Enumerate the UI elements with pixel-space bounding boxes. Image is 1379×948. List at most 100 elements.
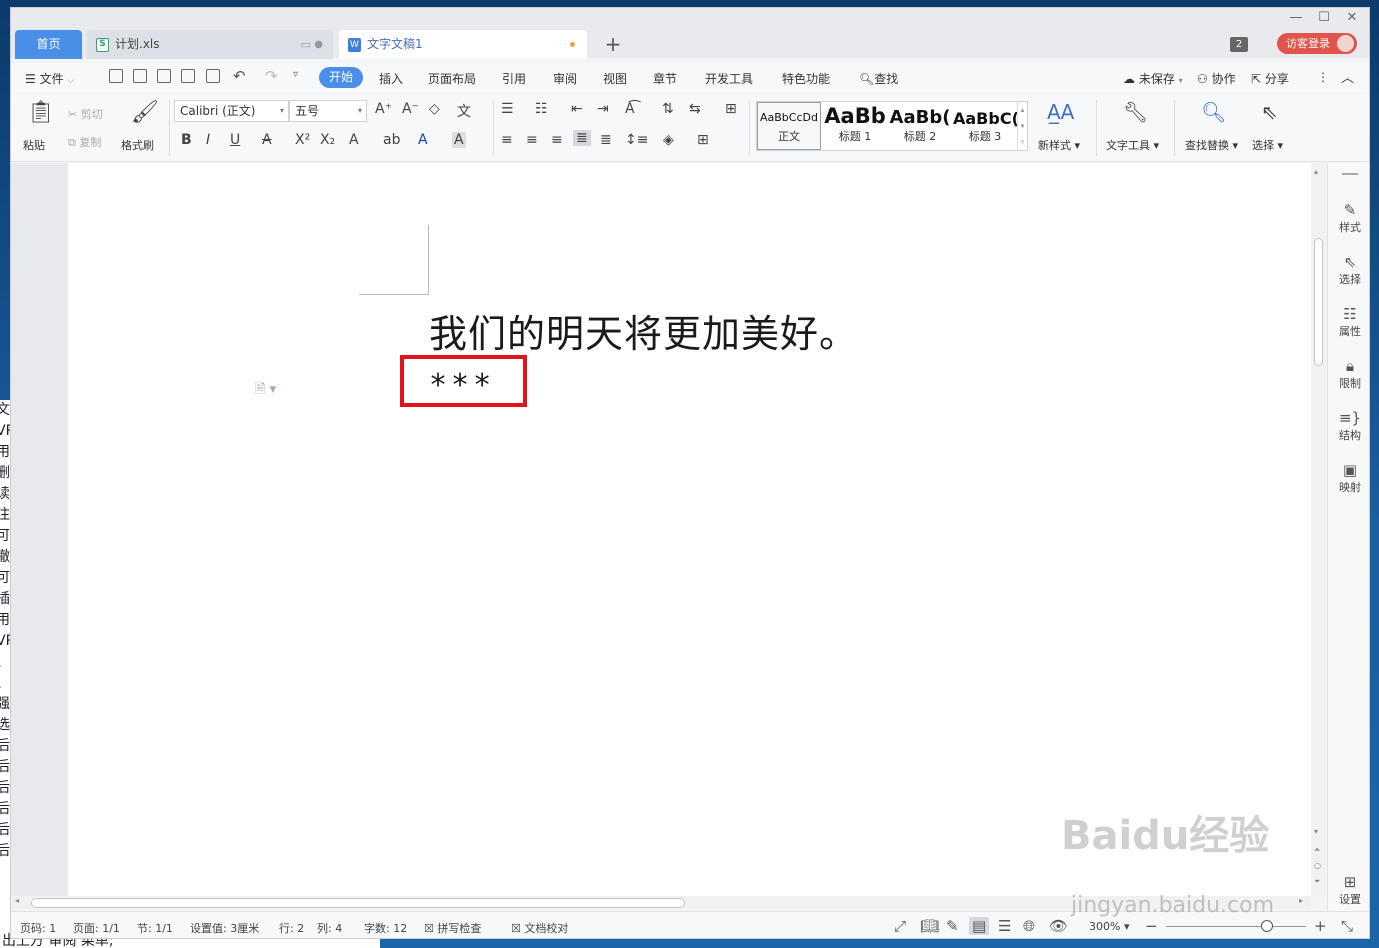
find-replace-button[interactable]: 查找替换 ▾ bbox=[1185, 137, 1238, 153]
highlight-icon[interactable]: ab bbox=[383, 132, 400, 148]
prev-page-icon[interactable]: ⏶ bbox=[1314, 845, 1320, 855]
new-style-button[interactable]: 新样式 ▾ bbox=[1038, 137, 1080, 153]
fullscreen-icon[interactable]: ⤢ bbox=[894, 917, 906, 935]
document-text-line[interactable]: 我们的明天将更加美好。 bbox=[429, 303, 858, 358]
tab-doc-file[interactable]: W 文字文稿1 bbox=[339, 30, 587, 59]
tab-devtools[interactable]: 开发工具 bbox=[705, 70, 753, 87]
tab-xls-file[interactable]: S 计划.xls ▭ ● bbox=[87, 30, 333, 59]
file-menu[interactable]: ☰ 文件 ⌵ bbox=[25, 70, 74, 87]
justify-icon[interactable]: ≣ bbox=[573, 130, 591, 146]
monitor-icon[interactable]: ▭ bbox=[301, 30, 311, 59]
increase-indent-icon[interactable]: ⇥ bbox=[597, 101, 609, 117]
status-wordcount[interactable]: 字数: 12 bbox=[364, 920, 407, 936]
share-button[interactable]: ⇱ 分享 bbox=[1251, 70, 1289, 87]
format-painter-icon[interactable]: 🖌︎ bbox=[131, 100, 159, 125]
numbered-list-icon[interactable]: ☷ bbox=[535, 101, 548, 117]
web-view-icon[interactable]: 🌐︎ bbox=[1023, 917, 1035, 935]
sidebar-item-settings[interactable]: ⊞ 设置 bbox=[1328, 873, 1369, 907]
status-pages[interactable]: 页面: 1/1 bbox=[73, 920, 120, 936]
decrease-indent-icon[interactable]: ⇤ bbox=[571, 101, 583, 117]
sidebar-item-property[interactable]: ☷ 属性 bbox=[1328, 305, 1369, 339]
sidebar-item-style[interactable]: ✎ 样式 bbox=[1328, 201, 1369, 235]
font-name-select[interactable]: Calibri (正文) ▾ bbox=[174, 100, 289, 122]
scroll-left-icon[interactable]: ◂ bbox=[15, 896, 19, 905]
text-tools-button[interactable]: 文字工具 ▾ bbox=[1106, 137, 1159, 153]
tab-insert[interactable]: 插入 bbox=[379, 70, 403, 87]
close-icon[interactable]: ✕ bbox=[1342, 10, 1362, 25]
vertical-scrollbar[interactable]: ▴ ▾ ⏶ ○ ⏷ bbox=[1311, 163, 1326, 896]
table-border-icon[interactable]: ⊞ bbox=[725, 101, 737, 117]
bold-icon[interactable]: B bbox=[181, 132, 192, 148]
search-button[interactable]: 🔍︎查找 bbox=[859, 70, 898, 87]
status-row[interactable]: 行: 2 bbox=[279, 920, 304, 936]
minimize-icon[interactable]: — bbox=[1286, 10, 1306, 25]
window-count-badge[interactable]: 2 bbox=[1230, 37, 1248, 52]
zoom-slider-knob[interactable] bbox=[1261, 920, 1273, 932]
scroll-up-icon[interactable]: ▴ bbox=[1314, 167, 1318, 176]
sidebar-item-select[interactable]: ⇖ 选择 bbox=[1328, 253, 1369, 287]
style-scroll-icon[interactable]: ▴ ▾ ▿ bbox=[1017, 102, 1027, 150]
text-effect-icon[interactable]: A bbox=[349, 132, 359, 148]
zoom-in-icon[interactable]: + bbox=[1314, 917, 1327, 935]
shrink-font-icon[interactable]: A⁻ bbox=[402, 101, 419, 117]
paragraph-menu-icon[interactable]: 🗎︎ ▾ bbox=[255, 380, 276, 402]
style-normal[interactable]: AaBbCcDd 正文 bbox=[757, 102, 821, 150]
copy-button[interactable]: ⧉ 复制 bbox=[68, 134, 101, 150]
borders-icon[interactable]: ⊞ bbox=[697, 132, 709, 148]
edit-mode-icon[interactable]: ✎ bbox=[946, 917, 959, 935]
align-right-icon[interactable]: ≡ bbox=[551, 132, 563, 148]
align-left-icon[interactable]: ≡ bbox=[501, 132, 513, 148]
distribute-icon[interactable]: ≣ bbox=[600, 132, 612, 148]
paste-button[interactable]: 粘贴 bbox=[23, 137, 45, 153]
spellcheck-button[interactable]: ☒ 拼写检查 bbox=[424, 920, 481, 936]
sidebar-item-structure[interactable]: ≡} 结构 bbox=[1328, 409, 1369, 443]
next-page-icon[interactable]: ⏷ bbox=[1314, 877, 1320, 887]
horizontal-scrollbar[interactable]: ◂ ▸ bbox=[11, 896, 1311, 909]
print-preview-icon[interactable] bbox=[206, 69, 220, 83]
doc-check-button[interactable]: ☒ 文档校对 bbox=[511, 920, 568, 936]
collapse-ribbon-icon[interactable]: ︿ bbox=[1341, 67, 1354, 86]
style-heading-3[interactable]: AaBbC( 标题 3 bbox=[953, 102, 1017, 150]
subscript-icon[interactable]: X₂ bbox=[320, 132, 335, 148]
new-style-icon[interactable]: A̲A bbox=[1047, 100, 1074, 124]
wrench-icon[interactable]: 🔧︎ bbox=[1123, 100, 1148, 124]
scroll-down-icon[interactable]: ▾ bbox=[1314, 827, 1318, 836]
guest-login-button[interactable]: 访客登录 bbox=[1277, 33, 1357, 54]
show-marks-icon[interactable]: ⇆ bbox=[689, 101, 701, 117]
char-shading-icon[interactable]: A bbox=[452, 132, 466, 148]
select-browse-icon[interactable]: ○ bbox=[1314, 861, 1321, 870]
find-icon[interactable]: 🔍︎ bbox=[1201, 100, 1226, 124]
font-color-icon[interactable]: A bbox=[418, 132, 428, 148]
tab-home[interactable]: 首页 bbox=[15, 30, 82, 59]
pinyin-icon[interactable]: 文 bbox=[457, 101, 471, 121]
new-tab-button[interactable]: + bbox=[603, 30, 623, 59]
clear-format-icon[interactable]: ◇ bbox=[429, 101, 440, 117]
page-view-icon[interactable]: ▤ bbox=[969, 917, 990, 935]
format-painter-button[interactable]: 格式刷 bbox=[121, 137, 154, 153]
strikethrough-icon[interactable]: A bbox=[262, 132, 272, 148]
grow-font-icon[interactable]: A⁺ bbox=[375, 101, 392, 117]
line-spacing-icon[interactable]: ↕≡ bbox=[625, 132, 648, 148]
bullet-list-icon[interactable]: ☰ bbox=[501, 101, 514, 117]
collab-button[interactable]: ⚇ 协作 bbox=[1197, 70, 1236, 87]
tab-view[interactable]: 视图 bbox=[603, 70, 627, 87]
outline-view-icon[interactable]: ☰ bbox=[998, 917, 1011, 935]
paste-icon[interactable]: 📋︎ bbox=[27, 100, 55, 125]
tab-reference[interactable]: 引用 bbox=[502, 70, 526, 87]
document-page[interactable]: 🗎︎ ▾ 我们的明天将更加美好。 *** bbox=[68, 163, 1311, 896]
tab-chapter[interactable]: 章节 bbox=[653, 70, 677, 87]
redo-icon[interactable]: ↷ bbox=[265, 67, 278, 85]
italic-icon[interactable]: I bbox=[206, 132, 210, 148]
zoom-slider-track[interactable] bbox=[1166, 926, 1306, 927]
tab-start[interactable]: 开始 bbox=[319, 67, 363, 88]
superscript-icon[interactable]: X² bbox=[295, 132, 310, 148]
eye-protect-icon[interactable]: 👁︎ bbox=[1049, 917, 1068, 935]
open-folder-icon[interactable] bbox=[133, 69, 147, 83]
zoom-level[interactable]: 300% ▾ bbox=[1089, 920, 1129, 933]
sidebar-item-restrict[interactable]: 🔒︎ 限制 bbox=[1328, 357, 1369, 391]
unsaved-button[interactable]: ☁ 未保存 ▾ bbox=[1123, 70, 1183, 87]
status-section[interactable]: 节: 1/1 bbox=[137, 920, 173, 936]
select-button[interactable]: 选择 ▾ bbox=[1252, 137, 1283, 153]
zoom-out-icon[interactable]: − bbox=[1145, 917, 1158, 935]
cursor-icon[interactable]: ⇖ bbox=[1261, 100, 1278, 124]
